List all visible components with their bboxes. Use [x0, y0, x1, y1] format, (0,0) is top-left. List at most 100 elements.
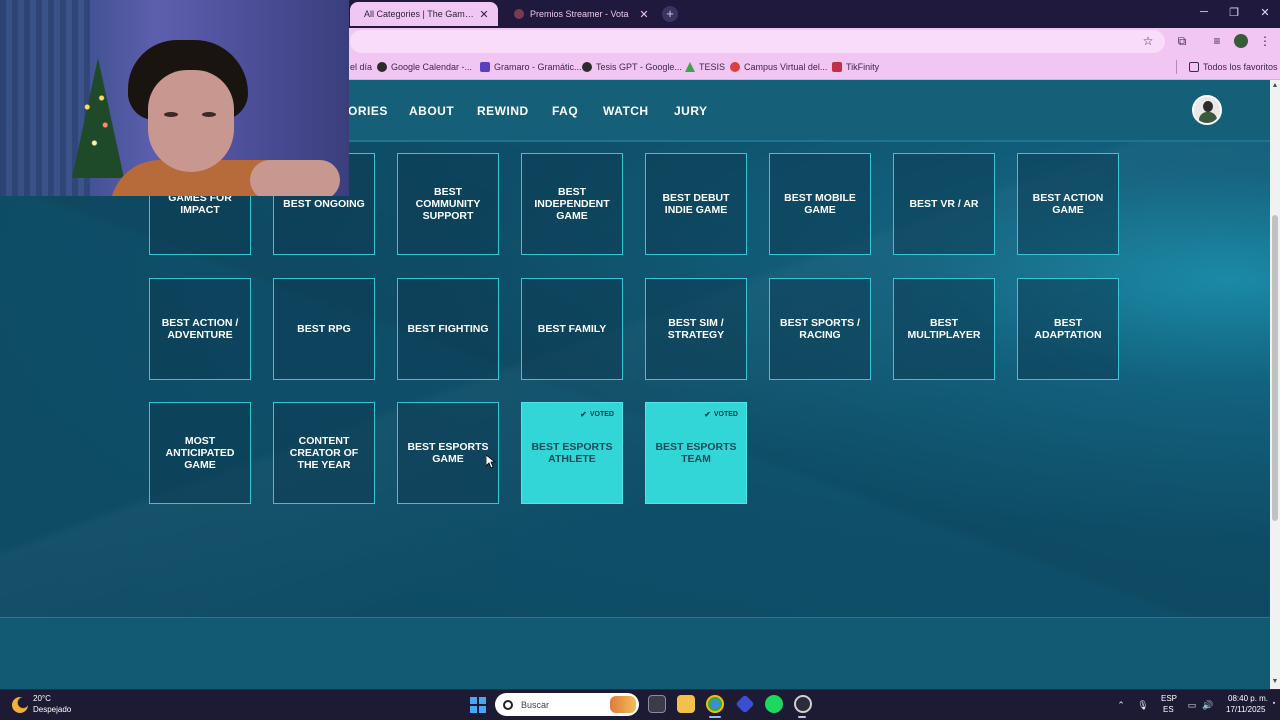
obs-icon[interactable] [794, 695, 812, 713]
microphone-icon[interactable]: 🎙 [1137, 700, 1149, 711]
all-bookmarks-folder[interactable]: Todos los favoritos [1189, 61, 1278, 73]
clock-time[interactable]: 08:40 p. m. [1228, 694, 1268, 703]
category-card[interactable]: BEST MOBILE GAME [769, 153, 871, 255]
category-card-voted[interactable]: ✔ VOTED BEST ESPORTS TEAM [645, 402, 747, 504]
close-icon[interactable]: ✕ [478, 8, 490, 21]
file-explorer-icon[interactable] [677, 695, 695, 713]
maximize-icon[interactable]: ❐ [1227, 6, 1241, 19]
category-card[interactable]: BEST VR / AR [893, 153, 995, 255]
category-label: BEST SPORTS / RACING [780, 317, 860, 341]
nav-watch[interactable]: WATCH [603, 104, 649, 118]
profile-avatar-icon[interactable] [1234, 34, 1248, 48]
bookmark-tikfinity[interactable]: TikFinity [832, 61, 879, 73]
category-card[interactable]: BEST DEBUT INDIE GAME [645, 153, 747, 255]
page-footer-band [0, 617, 1270, 689]
moon-weather-icon[interactable] [12, 697, 28, 713]
category-card[interactable]: BEST SIM / STRATEGY [645, 278, 747, 380]
globe-icon [377, 62, 387, 72]
close-icon[interactable]: ✕ [638, 8, 650, 21]
category-card-voted[interactable]: ✔ VOTED BEST ESPORTS ATHLETE [521, 402, 623, 504]
scroll-thumb[interactable] [1272, 215, 1278, 521]
task-view-icon[interactable] [648, 695, 666, 713]
drive-icon [685, 62, 695, 72]
window-close-icon[interactable]: ✕ [1258, 6, 1272, 19]
extensions-icon[interactable]: ⧉ [1175, 34, 1189, 48]
category-card[interactable]: BEST ACTION / ADVENTURE [149, 278, 251, 380]
taskbar-search[interactable]: Buscar [495, 693, 639, 716]
media-controls-icon[interactable]: ≡ [1210, 34, 1224, 48]
category-card[interactable]: BEST FIGHTING [397, 278, 499, 380]
category-label: BEST FAMILY [537, 323, 607, 335]
category-label: BEST SIM / STRATEGY [667, 317, 725, 341]
category-card[interactable]: BEST SPORTS / RACING [769, 278, 871, 380]
campus-icon [730, 62, 740, 72]
category-card[interactable]: CONTENT CREATOR OF THE YEAR [273, 402, 375, 504]
bookmark-label: TESIS [699, 62, 726, 72]
nav-about[interactable]: ABOUT [409, 104, 454, 118]
folder-icon [1189, 62, 1199, 72]
category-card[interactable]: BEST ESPORTS GAME [397, 402, 499, 504]
menu-kebab-icon[interactable]: ⋮ [1258, 34, 1272, 48]
bookmark-tesis-gpt[interactable]: Tesis GPT - Google... [582, 61, 682, 73]
user-avatar[interactable] [1192, 95, 1222, 125]
page-scrollbar[interactable]: ▲ ▼ [1270, 80, 1280, 689]
windows-taskbar [0, 689, 1280, 720]
voted-badge: ✔ VOTED [580, 410, 614, 419]
category-label: BEST ACTION / ADVENTURE [161, 317, 239, 341]
address-bar[interactable] [350, 30, 1165, 53]
tab-game-awards[interactable]: All Categories | The Game Awards ✕ [350, 2, 498, 26]
volume-icon[interactable]: 🔊 [1202, 700, 1214, 711]
keyboard-layout[interactable]: ES [1163, 705, 1174, 714]
avatar-body [1199, 112, 1217, 123]
nav-rewind[interactable]: REWIND [477, 104, 529, 118]
category-label: BEST ESPORTS ATHLETE [531, 441, 613, 465]
category-card[interactable]: BEST COMMUNITY SUPPORT [397, 153, 499, 255]
nav-faq[interactable]: FAQ [552, 104, 578, 118]
avatar-head [1203, 101, 1213, 112]
webcam-person-eye [202, 112, 216, 117]
input-language[interactable]: ESP [1161, 694, 1177, 703]
scroll-down-icon[interactable]: ▼ [1271, 678, 1279, 686]
bookmark-el-dia[interactable]: el día [350, 61, 372, 73]
scroll-up-icon[interactable]: ▲ [1271, 82, 1279, 90]
network-icon[interactable]: ▭ [1186, 700, 1198, 711]
bookmark-label: Gramaro - Gramátic... [494, 62, 582, 72]
category-card[interactable]: BEST FAMILY [521, 278, 623, 380]
category-label: BEST RPG [297, 323, 351, 335]
windows-start-icon[interactable] [470, 697, 486, 713]
star-bookmark-icon[interactable]: ☆ [1141, 34, 1155, 48]
bookmark-tesis[interactable]: TESIS [685, 61, 725, 73]
chrome-icon[interactable] [706, 695, 724, 713]
tikfinity-icon [832, 62, 842, 72]
category-card[interactable]: BEST MULTIPLAYER [893, 278, 995, 380]
category-card[interactable]: BEST INDEPENDENT GAME [521, 153, 623, 255]
chevron-up-icon[interactable]: ⌃ [1115, 700, 1127, 711]
category-label: BEST ESPORTS GAME [407, 441, 489, 465]
active-app-indicator [709, 716, 721, 718]
tab-premios-streamer[interactable]: Premios Streamer - Vota ✕ [500, 2, 658, 26]
nav-categories[interactable]: ORIES [348, 104, 388, 118]
minimize-icon[interactable]: ─ [1197, 6, 1211, 18]
weather-description[interactable]: Despejado [33, 705, 71, 714]
notification-bell-icon[interactable]: ▪ [1268, 700, 1280, 707]
clock-date[interactable]: 17/11/2025 [1226, 705, 1265, 714]
weather-temperature[interactable]: 20°C [33, 694, 51, 703]
bookmark-campus-virtual[interactable]: Campus Virtual del... [730, 61, 827, 73]
category-label: BEST ONGOING [283, 198, 365, 210]
category-label: BEST VR / AR [909, 198, 979, 210]
all-bookmarks-label: Todos los favoritos [1203, 62, 1278, 72]
bookmark-google-calendar[interactable]: Google Calendar -... [377, 61, 472, 73]
spotify-icon[interactable] [765, 695, 783, 713]
tree-lights [80, 80, 116, 170]
tab-title: All Categories | The Game Awards [364, 9, 478, 19]
bookmarks-separator [1176, 60, 1177, 74]
nav-jury[interactable]: JURY [674, 104, 708, 118]
bookmark-label: Campus Virtual del... [744, 62, 828, 72]
new-tab-button[interactable]: + [662, 6, 678, 22]
category-card[interactable]: BEST ACTION GAME [1017, 153, 1119, 255]
category-card[interactable]: MOST ANTICIPATED GAME [149, 402, 251, 504]
bookmark-gramaro[interactable]: Gramaro - Gramátic... [480, 61, 582, 73]
category-label: BEST INDEPENDENT GAME [534, 186, 610, 222]
category-card[interactable]: BEST ADAPTATION [1017, 278, 1119, 380]
category-card[interactable]: BEST RPG [273, 278, 375, 380]
